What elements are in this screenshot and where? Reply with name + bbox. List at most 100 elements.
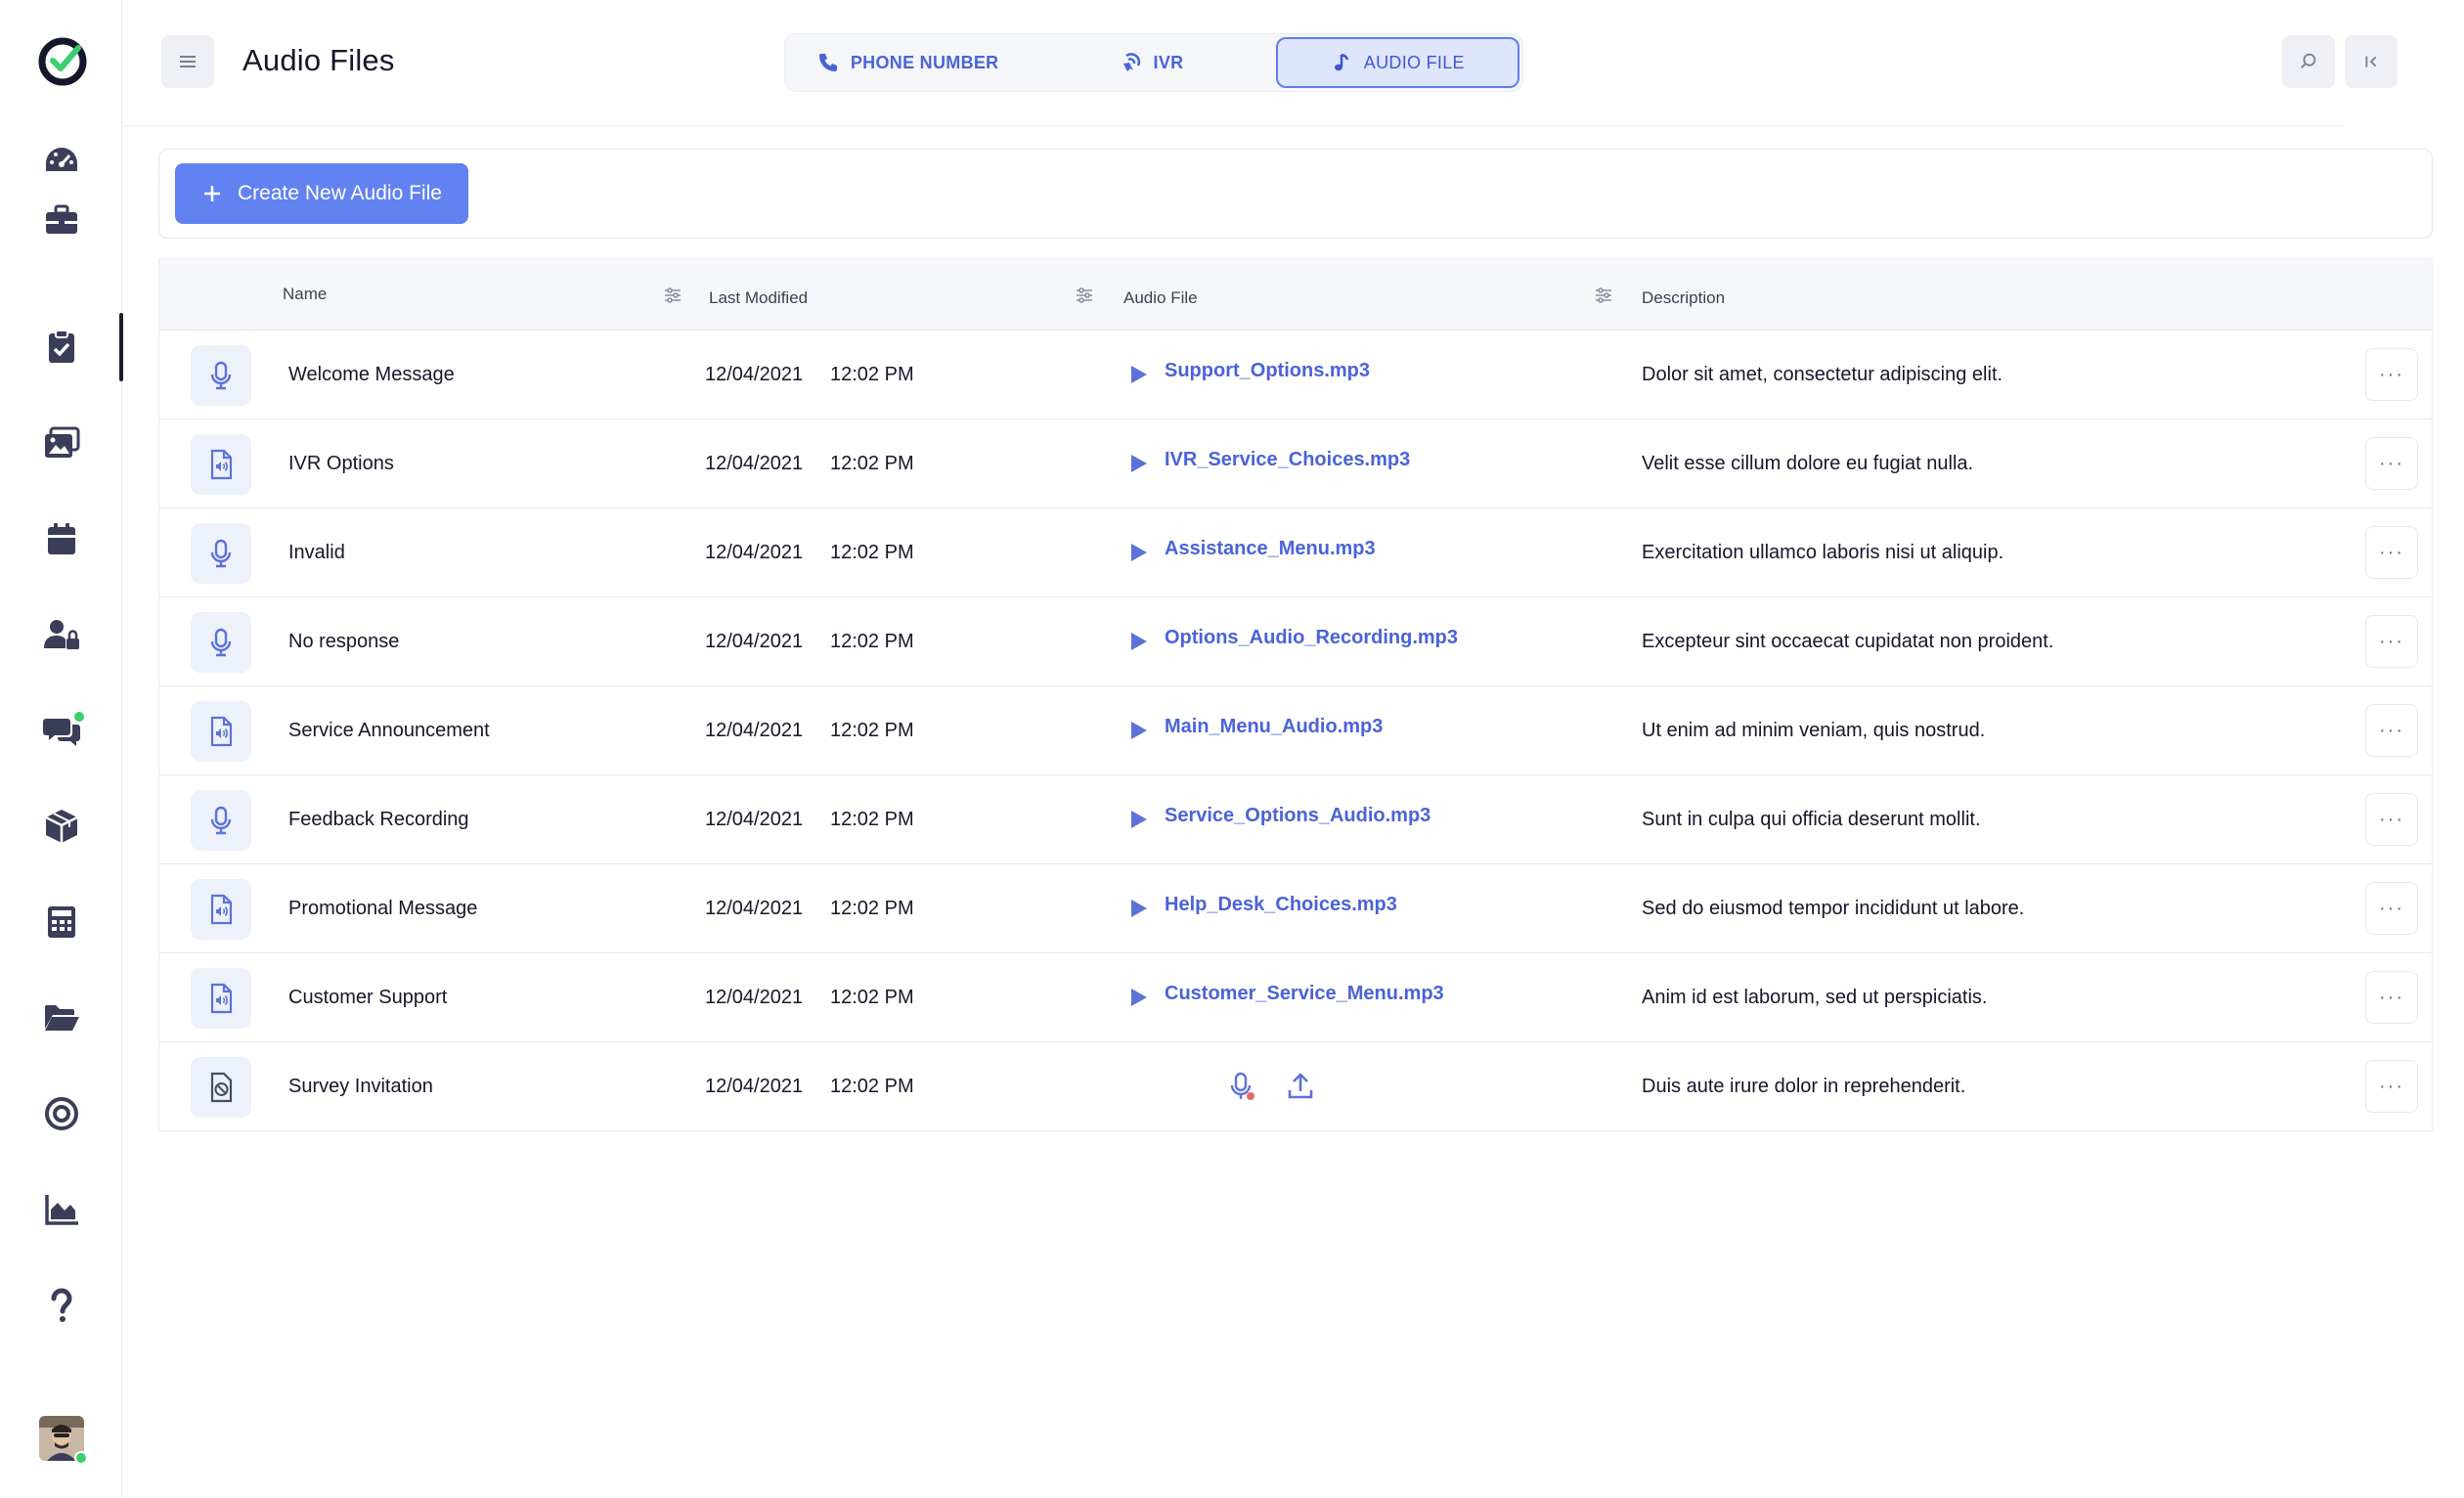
row-type-badge <box>191 701 251 762</box>
nav-briefcase[interactable] <box>0 186 122 254</box>
cell-name: IVR Options <box>288 453 394 474</box>
nav-help[interactable] <box>0 1271 122 1340</box>
microphone-icon <box>210 361 232 390</box>
table-row[interactable]: IVR Options 12/04/2021 12:02 PM IVR_Serv… <box>158 419 2433 508</box>
target-icon <box>44 1097 78 1130</box>
column-header-name[interactable]: Name <box>283 285 327 304</box>
filter-sliders-icon[interactable] <box>1074 285 1095 306</box>
calculator-icon <box>47 906 75 938</box>
column-header-description[interactable]: Description <box>1642 288 1725 308</box>
column-header-audio-file[interactable]: Audio File <box>1123 288 1198 308</box>
cell-time: 12:02 PM <box>830 1076 914 1097</box>
row-type-badge <box>191 968 251 1029</box>
nav-products[interactable] <box>0 792 122 860</box>
audio-file-link[interactable]: Support_Options.mp3 <box>1165 360 1370 382</box>
tab-audio-file[interactable]: AUDIO FILE <box>1275 37 1519 88</box>
table-row[interactable]: Customer Support 12/04/2021 12:02 PM Cus… <box>158 953 2433 1042</box>
calendar-icon <box>47 523 75 554</box>
tab-label: IVR <box>1153 52 1184 72</box>
row-more-button[interactable]: ··· <box>2365 348 2418 401</box>
row-more-button[interactable]: ··· <box>2365 437 2418 490</box>
cell-date: 12/04/2021 <box>705 364 804 385</box>
row-more-button[interactable]: ··· <box>2365 971 2418 1024</box>
row-more-button[interactable]: ··· <box>2365 526 2418 579</box>
row-type-badge <box>191 612 251 673</box>
nav-files[interactable] <box>0 984 122 1052</box>
cell-time: 12:02 PM <box>830 987 914 1008</box>
phone-icon <box>818 54 837 71</box>
search-button[interactable] <box>2282 35 2335 88</box>
cell-description: Duis aute irure dolor in reprehenderit. <box>1642 1076 1966 1097</box>
create-audio-file-button[interactable]: Create New Audio File <box>175 163 468 224</box>
cell-description: Dolor sit amet, consectetur adipiscing e… <box>1642 364 2003 385</box>
record-microphone-icon[interactable] <box>1225 1070 1258 1103</box>
row-more-button[interactable]: ··· <box>2365 882 2418 935</box>
tab-phone-number[interactable]: PHONE NUMBER <box>788 37 1028 88</box>
cell-date: 12/04/2021 <box>705 987 804 1008</box>
nav-calendar[interactable] <box>0 505 122 573</box>
table-row[interactable]: Welcome Message 12/04/2021 12:02 PM Supp… <box>158 330 2433 419</box>
microphone-icon <box>210 806 232 835</box>
audio-file-link[interactable]: Customer_Service_Menu.mp3 <box>1165 983 1444 1005</box>
play-icon[interactable] <box>1127 453 1149 474</box>
row-more-button[interactable]: ··· <box>2365 704 2418 757</box>
audio-file-link[interactable]: Main_Menu_Audio.mp3 <box>1165 716 1383 738</box>
online-status-dot <box>74 1451 88 1465</box>
row-more-button[interactable]: ··· <box>2365 793 2418 846</box>
audio-file-link[interactable]: Assistance_Menu.mp3 <box>1165 538 1376 560</box>
nav-user-access[interactable] <box>0 600 122 669</box>
microphone-icon <box>210 539 232 568</box>
table-header: Name Last Modified Audio File Descriptio… <box>158 258 2433 330</box>
nav-targets[interactable] <box>0 1079 122 1148</box>
audio-files-table: Name Last Modified Audio File Descriptio… <box>158 258 2433 1131</box>
menu-toggle-button[interactable] <box>161 35 214 88</box>
cell-time: 12:02 PM <box>830 898 914 919</box>
cell-description: Ut enim ad minim veniam, quis nostrud. <box>1642 720 1986 741</box>
microphone-icon <box>210 628 232 657</box>
user-lock-icon <box>43 620 79 649</box>
play-icon[interactable] <box>1127 542 1149 563</box>
upload-icon[interactable] <box>1284 1070 1317 1103</box>
audio-file-link[interactable]: IVR_Service_Choices.mp3 <box>1165 449 1410 471</box>
filter-sliders-icon[interactable] <box>1593 285 1614 306</box>
sidebar <box>0 0 123 1498</box>
area-chart-icon <box>44 1195 78 1225</box>
audio-file-link[interactable]: Service_Options_Audio.mp3 <box>1165 805 1430 827</box>
cell-name: Survey Invitation <box>288 1076 433 1097</box>
row-type-badge <box>191 879 251 940</box>
play-icon[interactable] <box>1127 898 1149 919</box>
nav-tasks[interactable] <box>0 313 123 381</box>
box-icon <box>44 810 78 843</box>
table-row[interactable]: No response 12/04/2021 12:02 PM Options_… <box>158 597 2433 686</box>
play-icon[interactable] <box>1127 631 1149 652</box>
nav-chat[interactable] <box>0 696 122 765</box>
row-more-button[interactable]: ··· <box>2365 1060 2418 1113</box>
nav-calculator[interactable] <box>0 888 122 956</box>
play-icon[interactable] <box>1127 364 1149 385</box>
cell-date: 12/04/2021 <box>705 898 804 919</box>
audio-file-link[interactable]: Options_Audio_Recording.mp3 <box>1165 627 1458 649</box>
plus-icon <box>204 186 220 201</box>
collapse-panel-button[interactable] <box>2345 35 2398 88</box>
filter-sliders-icon[interactable] <box>662 285 683 306</box>
table-row[interactable]: Survey Invitation 12/04/2021 12:02 PM Du… <box>158 1042 2433 1131</box>
play-icon[interactable] <box>1127 987 1149 1008</box>
row-type-badge <box>191 523 251 584</box>
cell-date: 12/04/2021 <box>705 809 804 830</box>
play-icon[interactable] <box>1127 809 1149 830</box>
audio-file-link[interactable]: Help_Desk_Choices.mp3 <box>1165 894 1397 916</box>
column-header-last-modified[interactable]: Last Modified <box>709 288 808 308</box>
app-logo[interactable] <box>37 36 88 87</box>
tab-ivr[interactable]: IVR <box>1032 37 1271 88</box>
table-row[interactable]: Feedback Recording 12/04/2021 12:02 PM S… <box>158 775 2433 864</box>
table-row[interactable]: Service Announcement 12/04/2021 12:02 PM… <box>158 686 2433 775</box>
nav-gallery[interactable] <box>0 409 122 477</box>
table-row[interactable]: Promotional Message 12/04/2021 12:02 PM … <box>158 864 2433 953</box>
cell-time: 12:02 PM <box>830 720 914 741</box>
table-row[interactable]: Invalid 12/04/2021 12:02 PM Assistance_M… <box>158 508 2433 597</box>
audio-file-icon <box>210 449 233 480</box>
play-icon[interactable] <box>1127 720 1149 741</box>
hamburger-icon <box>180 56 196 67</box>
row-more-button[interactable]: ··· <box>2365 615 2418 668</box>
nav-analytics[interactable] <box>0 1175 122 1244</box>
